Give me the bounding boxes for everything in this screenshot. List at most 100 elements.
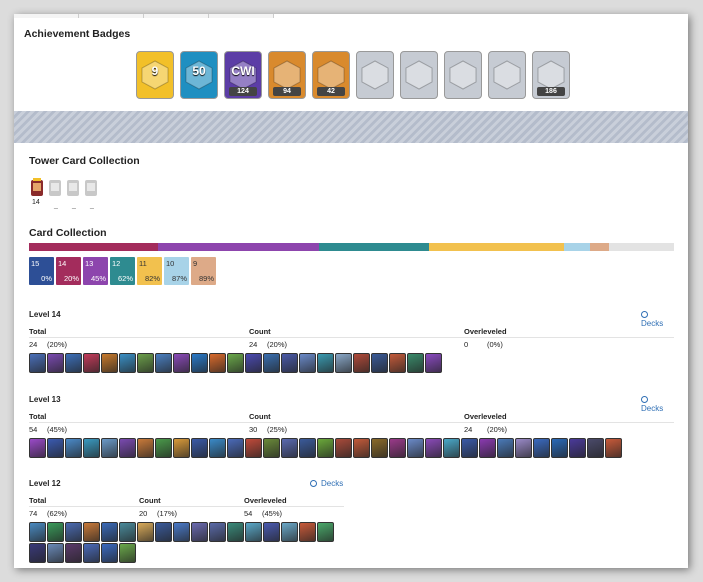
card-icon[interactable] xyxy=(65,543,82,563)
years-played-badge[interactable]: 50 xyxy=(180,51,218,99)
card-icon[interactable] xyxy=(245,353,262,373)
card-icon[interactable] xyxy=(209,522,226,542)
level-box[interactable]: 12 62% xyxy=(110,257,135,285)
level-box[interactable]: 15 0% xyxy=(29,257,54,285)
card-icon[interactable] xyxy=(65,522,82,542)
card-icon[interactable] xyxy=(551,438,568,458)
card-icon[interactable] xyxy=(119,438,136,458)
decks-link[interactable]: Decks xyxy=(641,395,674,413)
card-icon[interactable] xyxy=(83,353,100,373)
card-icon[interactable] xyxy=(227,522,244,542)
card-icon[interactable] xyxy=(101,438,118,458)
card-icon[interactable] xyxy=(443,438,460,458)
classic-9-badge[interactable]: 9 xyxy=(136,51,174,99)
top-tab-4[interactable] xyxy=(209,14,274,18)
card-icon[interactable] xyxy=(479,438,496,458)
mastery-3-badge[interactable] xyxy=(444,51,482,99)
card-icon[interactable] xyxy=(65,353,82,373)
card-icon[interactable] xyxy=(299,353,316,373)
level-box[interactable]: 13 45% xyxy=(83,257,108,285)
card-icon[interactable] xyxy=(425,353,442,373)
card-icon[interactable] xyxy=(263,438,280,458)
card-icon[interactable] xyxy=(263,353,280,373)
level-box[interactable]: 11 82% xyxy=(137,257,162,285)
top-tab-1[interactable] xyxy=(14,14,79,18)
card-icon[interactable] xyxy=(83,522,100,542)
card-icon[interactable] xyxy=(497,438,514,458)
level-box[interactable]: 10 87% xyxy=(164,257,189,285)
top-tab-2[interactable] xyxy=(79,14,144,18)
cards-collected-badge[interactable]: 94 xyxy=(268,51,306,99)
card-icon[interactable] xyxy=(389,353,406,373)
card-icon[interactable] xyxy=(281,353,298,373)
card-icon[interactable] xyxy=(137,522,154,542)
emote-collection-badge[interactable]: 186 xyxy=(532,51,570,99)
card-icon[interactable] xyxy=(137,353,154,373)
card-icon[interactable] xyxy=(335,438,352,458)
card-icon[interactable] xyxy=(29,353,46,373)
card-icon[interactable] xyxy=(281,522,298,542)
tower-icon[interactable] xyxy=(84,177,98,197)
card-icon[interactable] xyxy=(173,522,190,542)
card-icon[interactable] xyxy=(173,438,190,458)
card-icon[interactable] xyxy=(47,438,64,458)
crown-badge[interactable]: 42 xyxy=(312,51,350,99)
card-icon[interactable] xyxy=(119,522,136,542)
card-icon[interactable] xyxy=(83,543,100,563)
mastery-2-badge[interactable] xyxy=(400,51,438,99)
card-icon[interactable] xyxy=(227,438,244,458)
card-icon[interactable] xyxy=(47,543,64,563)
top-tab-3[interactable] xyxy=(144,14,209,18)
card-icon[interactable] xyxy=(263,522,280,542)
level-box[interactable]: 9 89% xyxy=(191,257,216,285)
decks-link[interactable]: Decks xyxy=(641,310,674,328)
card-icon[interactable] xyxy=(407,438,424,458)
card-icon[interactable] xyxy=(425,438,442,458)
card-icon[interactable] xyxy=(569,438,586,458)
card-icon[interactable] xyxy=(101,543,118,563)
card-icon[interactable] xyxy=(101,353,118,373)
card-icon[interactable] xyxy=(281,438,298,458)
card-icon[interactable] xyxy=(407,353,424,373)
card-icon[interactable] xyxy=(83,438,100,458)
mastery-4-badge[interactable] xyxy=(488,51,526,99)
card-icon[interactable] xyxy=(317,353,334,373)
card-icon[interactable] xyxy=(317,522,334,542)
card-icon[interactable] xyxy=(353,353,370,373)
card-icon[interactable] xyxy=(335,353,352,373)
card-icon[interactable] xyxy=(317,438,334,458)
card-icon[interactable] xyxy=(587,438,604,458)
card-icon[interactable] xyxy=(389,438,406,458)
card-icon[interactable] xyxy=(191,522,208,542)
card-icon[interactable] xyxy=(227,353,244,373)
card-icon[interactable] xyxy=(65,438,82,458)
tower-icon[interactable] xyxy=(66,177,80,197)
card-icon[interactable] xyxy=(191,438,208,458)
card-icon[interactable] xyxy=(155,522,172,542)
card-icon[interactable] xyxy=(101,522,118,542)
card-icon[interactable] xyxy=(461,438,478,458)
card-icon[interactable] xyxy=(299,522,316,542)
card-icon[interactable] xyxy=(515,438,532,458)
card-icon[interactable] xyxy=(119,353,136,373)
card-icon[interactable] xyxy=(119,543,136,563)
cw1-badge[interactable]: CWI 124 xyxy=(224,51,262,99)
level-box[interactable]: 14 20% xyxy=(56,257,81,285)
card-icon[interactable] xyxy=(29,438,46,458)
card-icon[interactable] xyxy=(299,438,316,458)
mastery-1-badge[interactable] xyxy=(356,51,394,99)
card-icon[interactable] xyxy=(371,353,388,373)
card-icon[interactable] xyxy=(209,438,226,458)
card-icon[interactable] xyxy=(155,438,172,458)
card-icon[interactable] xyxy=(245,438,262,458)
card-icon[interactable] xyxy=(47,353,64,373)
card-icon[interactable] xyxy=(191,353,208,373)
card-icon[interactable] xyxy=(245,522,262,542)
card-icon[interactable] xyxy=(533,438,550,458)
tower-icon[interactable] xyxy=(48,177,62,197)
card-icon[interactable] xyxy=(137,438,154,458)
card-icon[interactable] xyxy=(353,438,370,458)
card-icon[interactable] xyxy=(47,522,64,542)
card-icon[interactable] xyxy=(605,438,622,458)
card-icon[interactable] xyxy=(209,353,226,373)
